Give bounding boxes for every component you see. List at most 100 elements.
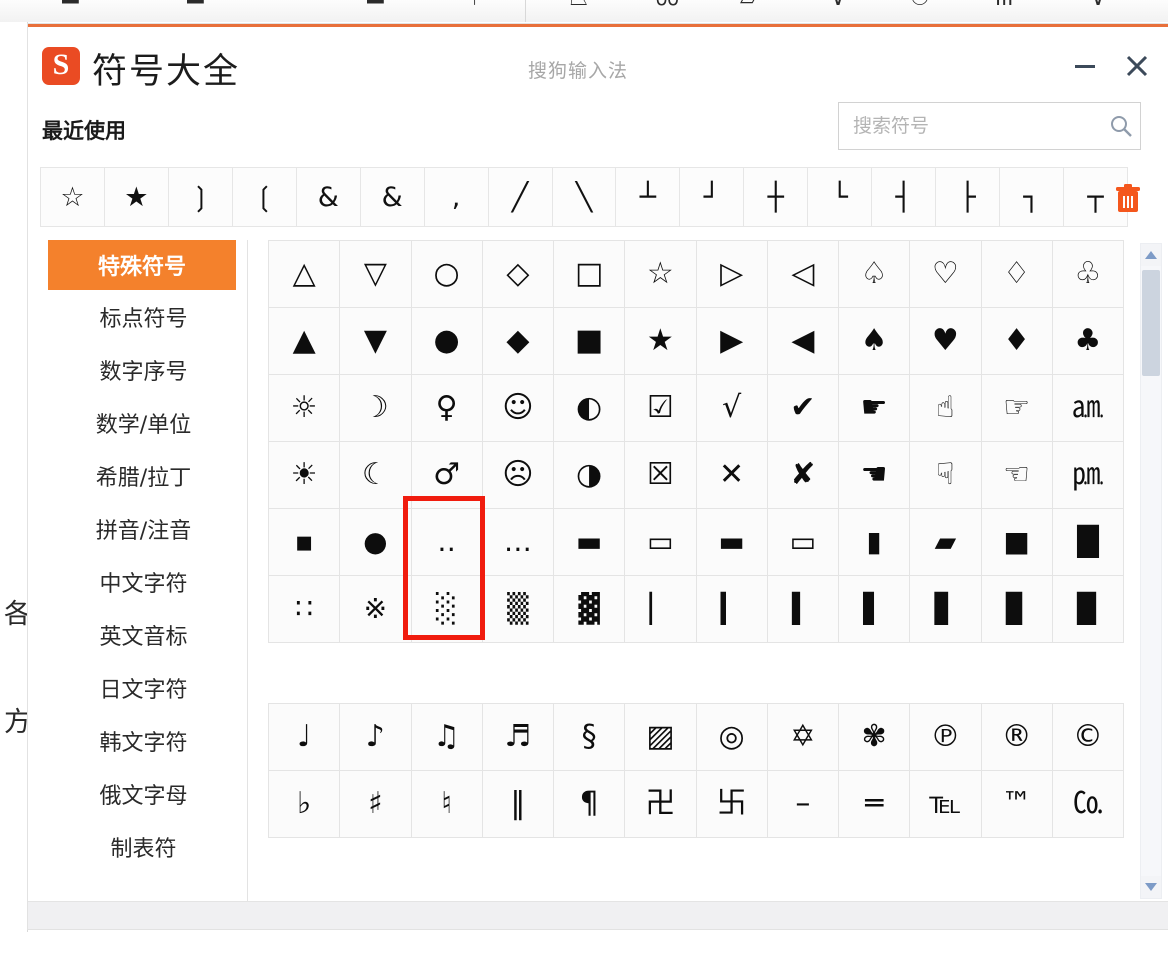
symbol-cell[interactable]: ☆ [625, 241, 697, 308]
symbol-cell[interactable]: ♂ [411, 442, 483, 509]
symbol-cell[interactable]: ∷ [269, 576, 341, 643]
symbol-cell[interactable]: ☚ [839, 442, 911, 509]
sidebar-item-5[interactable]: 拼音/注音 [40, 502, 247, 555]
symbol-cell[interactable]: ☛ [839, 375, 911, 442]
symbol-cell[interactable]: ♮ [411, 771, 483, 838]
symbol-cell[interactable]: ▓ [554, 576, 626, 643]
sidebar-item-9[interactable]: 韩文字符 [40, 714, 247, 767]
symbol-cell[interactable]: ■ [981, 509, 1053, 576]
search-box[interactable] [838, 102, 1141, 150]
symbol-cell[interactable]: 卍 [625, 771, 697, 838]
symbol-cell[interactable]: ✾ [839, 704, 911, 771]
symbol-cell[interactable]: ※ [340, 576, 412, 643]
symbol-cell[interactable]: ★ [625, 308, 697, 375]
sidebar-item-11[interactable]: 制表符 [40, 820, 247, 873]
recent-symbol-cell[interactable]: └ [808, 168, 873, 226]
symbol-cell[interactable]: ♣ [1052, 308, 1124, 375]
symbol-cell[interactable]: ☽ [340, 375, 412, 442]
sidebar-item-2[interactable]: 数字序号 [40, 343, 247, 396]
symbol-cell[interactable]: ℗ [910, 704, 982, 771]
symbol-cell[interactable]: ◀ [767, 308, 839, 375]
symbol-cell[interactable]: ♫ [411, 704, 483, 771]
folder-icon[interactable]: ▱ [740, 0, 757, 10]
symbol-cell[interactable]: ▲ [269, 308, 341, 375]
shield-icon[interactable]: ∨ [830, 0, 846, 10]
symbol-cell[interactable]: ‖ [482, 771, 554, 838]
symbol-cell[interactable]: ♥ [910, 308, 982, 375]
symbol-cell[interactable]: ♭ [269, 771, 341, 838]
symbol-cell[interactable]: ☼ [269, 375, 341, 442]
symbol-cell[interactable]: ◇ [482, 241, 554, 308]
recent-symbol-cell[interactable]: , [424, 168, 489, 226]
symbol-cell[interactable]: ▬ [696, 509, 768, 576]
symbol-cell[interactable]: ▰ [910, 509, 982, 576]
symbol-cell[interactable]: ═ [839, 771, 911, 838]
symbol-cell[interactable]: ♠ [839, 308, 911, 375]
symbol-cell[interactable]: ☀ [269, 442, 341, 509]
symbol-cell[interactable]: ♤ [839, 241, 911, 308]
symbol-cell[interactable]: 卐 [696, 771, 768, 838]
symbol-cell[interactable]: ♬ [482, 704, 554, 771]
symbol-cell[interactable]: ▼ [340, 308, 412, 375]
symbol-cell[interactable]: ♀ [411, 375, 483, 442]
symbol-cell[interactable]: ◑ [554, 442, 626, 509]
symbol-cell[interactable]: ㏘ [1052, 442, 1124, 509]
symbol-cell[interactable]: ☾ [340, 442, 412, 509]
scrollbar-thumb[interactable] [1142, 270, 1160, 376]
brush-icon[interactable]: ⑂ [468, 0, 481, 10]
sidebar-item-3[interactable]: 数学/单位 [40, 396, 247, 449]
symbol-cell[interactable]: ㏇ [1052, 771, 1124, 838]
chevron-down-icon[interactable]: ▼ [285, 0, 295, 6]
sidebar-item-1[interactable]: 标点符号 [40, 290, 247, 343]
symbol-cell[interactable]: ✡ [767, 704, 839, 771]
minimize-button[interactable] [1068, 49, 1102, 83]
sidebar-item-6[interactable]: 中文字符 [40, 555, 247, 608]
columns-icon[interactable]: ııı [995, 0, 1013, 10]
symbol-cell[interactable]: ♪ [340, 704, 412, 771]
clear-recent-button[interactable] [1113, 183, 1143, 215]
recent-symbol-cell[interactable]: ┐ [1000, 168, 1064, 226]
eye-icon[interactable]: ☉ [910, 0, 930, 10]
symbol-cell[interactable]: ▍ [767, 576, 839, 643]
symbol-cell[interactable]: ¶ [554, 771, 626, 838]
symbol-cell[interactable]: ▪ [269, 509, 341, 576]
sidebar-item-7[interactable]: 英文音标 [40, 608, 247, 661]
symbol-cell[interactable]: ♩ [269, 704, 341, 771]
symbol-cell[interactable]: ▨ [625, 704, 697, 771]
symbol-cell[interactable]: ♧ [1052, 241, 1124, 308]
symbol-cell[interactable]: ☹ [482, 442, 554, 509]
recent-symbol-cell[interactable]: ❳ [168, 168, 233, 226]
symbol-cell[interactable]: ♡ [910, 241, 982, 308]
symbol-cell[interactable]: ▋ [910, 576, 982, 643]
symbol-cell[interactable]: ☜ [981, 442, 1053, 509]
symbol-cell[interactable]: △ [269, 241, 341, 308]
symbol-cell[interactable]: ♯ [340, 771, 412, 838]
symbol-cell[interactable]: ☑ [625, 375, 697, 442]
scroll-down-button[interactable] [1141, 876, 1161, 898]
symbol-cell[interactable]: ♢ [981, 241, 1053, 308]
recent-symbol-cell[interactable]: & [360, 168, 425, 226]
symbol-cell[interactable]: ◆ [482, 308, 554, 375]
sidebar-item-8[interactable]: 日文字符 [40, 661, 247, 714]
symbol-cell[interactable]: ‥ [411, 509, 483, 576]
sidebar-item-4[interactable]: 希腊/拉丁 [40, 449, 247, 502]
sidebar-item-0[interactable]: 特殊符号 [48, 240, 236, 290]
recent-symbol-cell[interactable]: ★ [104, 168, 169, 226]
symbol-cell[interactable]: ▶ [696, 308, 768, 375]
minus-icon[interactable]: ▬ [185, 0, 206, 10]
symbol-cell[interactable]: ▌ [839, 576, 911, 643]
symbol-cell[interactable]: █ [1052, 509, 1124, 576]
symbol-cell[interactable]: ☝ [910, 375, 982, 442]
recent-symbol-cell[interactable]: ├ [936, 168, 1001, 226]
symbol-cell[interactable]: □ [554, 241, 626, 308]
symbol-cell[interactable]: ◁ [767, 241, 839, 308]
recent-symbol-cell[interactable]: ╲ [552, 168, 617, 226]
symbol-cell[interactable]: ■ [554, 308, 626, 375]
recent-symbol-cell[interactable]: ☆ [41, 168, 105, 226]
glasses-icon[interactable]: ൦൦ [655, 0, 678, 10]
symbol-cell[interactable]: ▷ [696, 241, 768, 308]
symbol-cell[interactable]: ○ [411, 241, 483, 308]
symbol-cell[interactable]: ▊ [981, 576, 1053, 643]
symbol-cell[interactable]: ㏂ [1052, 375, 1124, 442]
recent-symbol-cell[interactable]: ┼ [744, 168, 809, 226]
